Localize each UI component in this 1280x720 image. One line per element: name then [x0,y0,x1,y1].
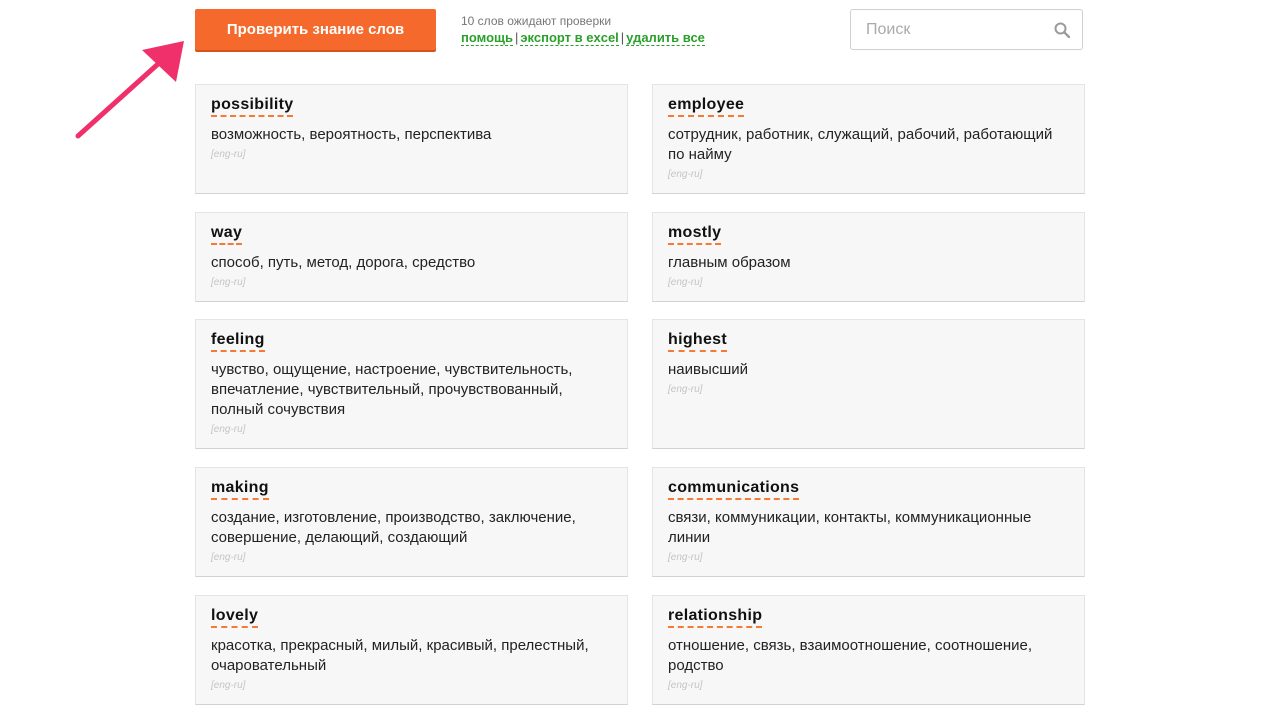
language-pair-label: [eng-ru] [668,680,703,691]
help-link[interactable]: помощь [461,30,513,46]
word-translation: способ, путь, метод, дорога, средство [211,254,476,271]
search-box [850,9,1083,50]
word-term[interactable]: highest [668,330,727,352]
word-card-highest[interactable]: highest наивысший [eng-ru] [652,319,1085,449]
language-pair-label: [eng-ru] [211,277,246,288]
search-icon[interactable] [1054,22,1070,38]
word-term[interactable]: possibility [211,95,294,117]
pending-count-text: 10 слов ожидают проверки [461,14,612,28]
word-translation: создание, изготовление, производство, за… [211,509,576,546]
toolbar-links: помощь | экспорт в excel | удалить все [461,30,705,46]
word-translation: наивысший [668,361,749,378]
word-card-way[interactable]: way способ, путь, метод, дорога, средств… [195,212,628,302]
export-excel-link[interactable]: экспорт в excel [520,30,619,46]
word-card-relationship[interactable]: relationship отношение, связь, взаимоотн… [652,595,1085,705]
word-translation: сотрудник, работник, служащий, рабочий, … [668,126,1053,163]
check-words-button[interactable]: Проверить знание слов [195,9,436,50]
word-translation: красотка, прекрасный, милый, красивый, п… [211,637,589,674]
word-translation: возможность, вероятность, перспектива [211,126,492,143]
search-input[interactable] [851,10,1056,49]
word-translation: чувство, ощущение, настроение, чувствите… [211,361,573,418]
word-term[interactable]: feeling [211,330,265,352]
word-card-possibility[interactable]: possibility возможность, вероятность, пе… [195,84,628,194]
word-card-communications[interactable]: communications связи, коммуникации, конт… [652,467,1085,577]
language-pair-label: [eng-ru] [211,552,246,563]
delete-all-link[interactable]: удалить все [626,30,705,46]
language-pair-label: [eng-ru] [211,424,246,435]
word-card-mostly[interactable]: mostly главным образом [eng-ru] [652,212,1085,302]
pointer-arrow-icon [75,41,184,139]
language-pair-label: [eng-ru] [668,384,703,395]
word-term[interactable]: lovely [211,606,259,628]
word-translation: отношение, связь, взаимоотношение, соотн… [668,637,1033,674]
word-card-lovely[interactable]: lovely красотка, прекрасный, милый, крас… [195,595,628,705]
language-pair-label: [eng-ru] [211,680,246,691]
word-translation: главным образом [668,254,791,271]
word-term[interactable]: employee [668,95,745,117]
word-card-feeling[interactable]: feeling чувство, ощущение, настроение, ч… [195,319,628,449]
language-pair-label: [eng-ru] [668,277,703,288]
word-term[interactable]: mostly [668,223,722,245]
word-term[interactable]: making [211,478,269,500]
word-term[interactable]: way [211,223,243,245]
word-term[interactable]: communications [668,478,800,500]
word-card-employee[interactable]: employee сотрудник, работник, служащий, … [652,84,1085,194]
language-pair-label: [eng-ru] [668,169,703,180]
word-card-making[interactable]: making создание, изготовление, производс… [195,467,628,577]
word-translation: связи, коммуникации, контакты, коммуника… [668,509,1032,546]
language-pair-label: [eng-ru] [668,552,703,563]
word-term[interactable]: relationship [668,606,763,628]
language-pair-label: [eng-ru] [211,149,246,160]
